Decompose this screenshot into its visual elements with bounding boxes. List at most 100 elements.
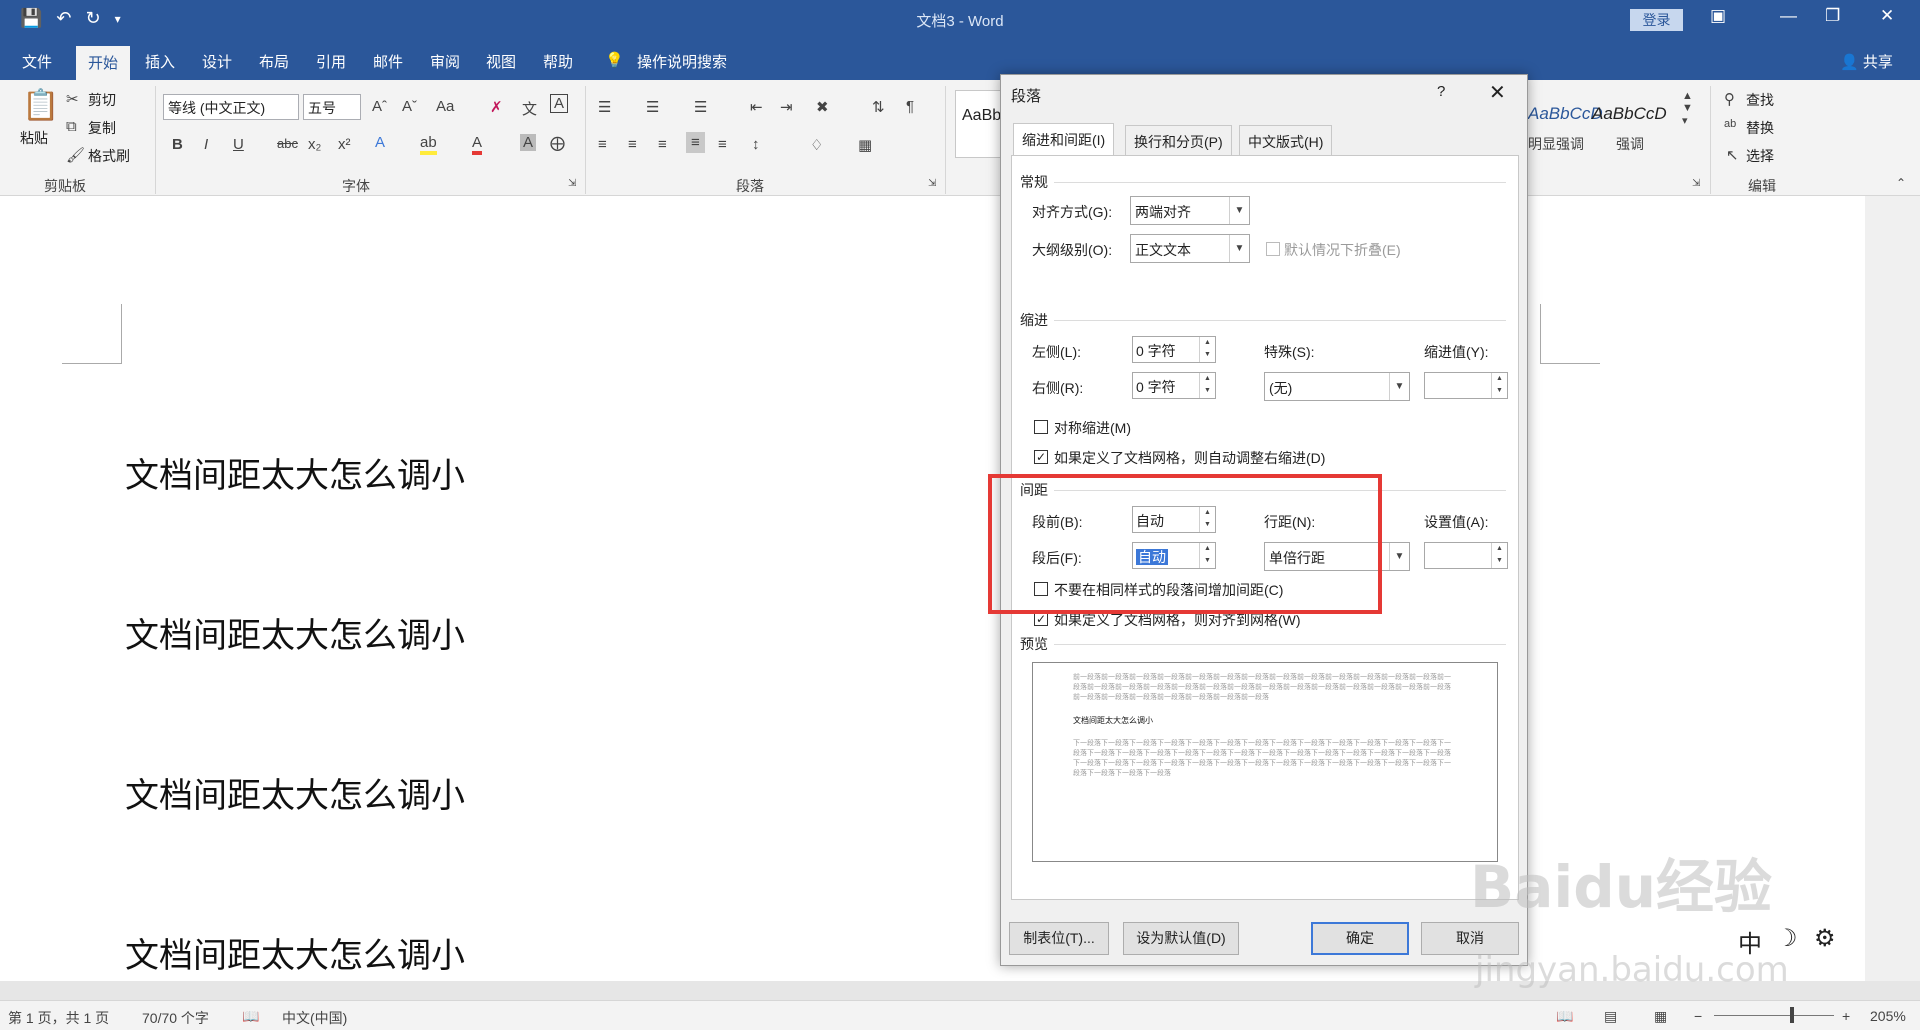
login-button[interactable]: 登录 — [1630, 9, 1683, 31]
bold-icon[interactable]: B — [172, 136, 183, 153]
line-spacing-icon[interactable]: ↕ — [752, 136, 760, 153]
tab-insert[interactable]: 插入 — [145, 51, 175, 72]
print-layout-icon[interactable]: ▤ — [1604, 1008, 1617, 1025]
vertical-scrollbar[interactable] — [1865, 196, 1920, 981]
help-icon[interactable]: ? — [1437, 83, 1445, 100]
highlight-icon[interactable]: ab — [420, 134, 437, 155]
shading-icon[interactable]: ♢ — [810, 136, 823, 154]
share-button[interactable]: 👤 共享 — [1840, 51, 1893, 72]
style-sample-text[interactable]: AaBbCcD — [1592, 104, 1667, 124]
font-size-combo[interactable]: 五号 — [303, 94, 361, 120]
font-color-icon[interactable]: A — [472, 134, 483, 155]
tab-review[interactable]: 审阅 — [430, 51, 460, 72]
special-indent-select[interactable]: (无) ▼ — [1264, 372, 1410, 401]
mirror-indent-checkbox[interactable] — [1034, 420, 1048, 434]
collapse-checkbox[interactable] — [1266, 242, 1280, 256]
text-effects-icon[interactable]: A — [375, 134, 385, 151]
tab-file[interactable]: 文件 — [22, 51, 52, 72]
paste-icon[interactable]: 📋 — [22, 88, 59, 123]
collapse-ribbon-icon[interactable]: ⌃ — [1896, 176, 1906, 190]
tell-me-search[interactable]: 操作说明搜索 — [637, 51, 727, 72]
paragraph-dialog-launcher-icon[interactable]: ⇲ — [928, 178, 936, 189]
auto-adjust-indent-checkbox[interactable]: ✓ — [1034, 450, 1048, 464]
snap-to-grid-checkbox[interactable]: ✓ — [1034, 612, 1048, 626]
lightbulb-icon[interactable]: 💡 — [605, 51, 624, 69]
tab-help[interactable]: 帮助 — [543, 51, 573, 72]
font-dialog-launcher-icon[interactable]: ⇲ — [568, 178, 576, 189]
spinner-arrows-icon[interactable]: ▲ ▼ — [1199, 373, 1215, 398]
restore-icon[interactable]: ❐ — [1825, 6, 1840, 26]
zoom-out-icon[interactable]: − — [1694, 1008, 1702, 1024]
minimize-icon[interactable]: — — [1780, 6, 1797, 26]
read-mode-icon[interactable]: 📖 — [1556, 1008, 1573, 1025]
select-button[interactable]: 选择 — [1746, 146, 1774, 166]
distributed-icon[interactable]: ≡ — [718, 136, 727, 153]
tab-design[interactable]: 设计 — [202, 51, 232, 72]
tab-home[interactable]: 开始 — [76, 46, 131, 80]
indent-by-spinner[interactable]: ▲ ▼ — [1424, 372, 1508, 399]
spinner-arrows-icon[interactable]: ▲ ▼ — [1491, 543, 1507, 568]
paste-button[interactable]: 粘贴 — [20, 128, 48, 148]
tab-line-page-breaks[interactable]: 换行和分页(P) — [1125, 125, 1232, 155]
moon-icon[interactable]: ☽ — [1776, 924, 1798, 953]
ribbon-display-icon[interactable]: ▣ — [1710, 6, 1726, 26]
outline-level-select[interactable]: 正文文本 ▼ — [1130, 234, 1250, 263]
enclose-char-icon[interactable]: ⨁ — [550, 134, 565, 152]
subscript-icon[interactable]: x₂ — [308, 136, 321, 153]
tab-mailings[interactable]: 邮件 — [373, 51, 403, 72]
ok-button[interactable]: 确定 — [1311, 922, 1409, 955]
bullets-icon[interactable]: ☰ — [598, 98, 611, 116]
justify-icon[interactable]: ≡ — [686, 132, 705, 153]
copy-button[interactable]: 复制 — [88, 118, 116, 138]
alignment-select[interactable]: 两端对齐 ▼ — [1130, 196, 1250, 225]
style-intense-emphasis[interactable]: 明显强调 — [1528, 134, 1584, 154]
zoom-slider-thumb[interactable] — [1790, 1007, 1794, 1023]
zoom-in-icon[interactable]: + — [1842, 1008, 1850, 1024]
left-indent-spinner[interactable]: 0 字符 ▲ ▼ — [1132, 336, 1216, 363]
web-layout-icon[interactable]: ▦ — [1654, 1008, 1667, 1025]
grow-font-icon[interactable]: Aˆ — [372, 98, 387, 115]
tabs-button[interactable]: 制表位(T)... — [1009, 922, 1109, 955]
gear-icon[interactable]: ⚙ — [1814, 924, 1836, 953]
close-icon[interactable]: ✕ — [1880, 6, 1894, 26]
borders-icon[interactable]: ▦ — [858, 136, 872, 154]
tab-layout[interactable]: 布局 — [259, 51, 289, 72]
language-status[interactable]: 中文(中国) — [282, 1008, 347, 1028]
close-icon[interactable]: ✕ — [1489, 80, 1506, 105]
numbering-icon[interactable]: ☰ — [646, 98, 659, 116]
tab-indents-spacing[interactable]: 缩进和间距(I) — [1013, 123, 1115, 156]
spinner-arrows-icon[interactable]: ▲ ▼ — [1199, 337, 1215, 362]
gallery-scroll-icon[interactable]: ▲ ▼ ▾ — [1682, 90, 1693, 127]
word-count[interactable]: 70/70 个字 — [142, 1008, 209, 1028]
style-emphasis[interactable]: 强调 — [1616, 134, 1644, 154]
increase-indent-icon[interactable]: ⇥ — [780, 98, 793, 116]
spinner-arrows-icon[interactable]: ▲ ▼ — [1491, 373, 1507, 398]
set-default-button[interactable]: 设为默认值(D) — [1123, 922, 1239, 955]
decrease-indent-icon[interactable]: ⇤ — [750, 98, 763, 116]
phonetic-icon[interactable]: 文 — [522, 98, 537, 119]
right-indent-spinner[interactable]: 0 字符 ▲ ▼ — [1132, 372, 1216, 399]
superscript-icon[interactable]: x² — [338, 136, 351, 153]
format-painter-button[interactable]: 格式刷 — [88, 146, 130, 166]
zoom-slider[interactable] — [1714, 1015, 1834, 1016]
char-shading-icon[interactable]: A — [520, 134, 537, 151]
align-right-icon[interactable]: ≡ — [658, 136, 667, 153]
show-marks-icon[interactable]: ¶ — [906, 98, 914, 115]
clear-format-icon[interactable]: ✗ — [490, 98, 503, 116]
underline-icon[interactable]: U — [233, 136, 244, 153]
at-spinner[interactable]: ▲ ▼ — [1424, 542, 1508, 569]
change-case-icon[interactable]: Aa — [436, 98, 454, 115]
strikethrough-icon[interactable]: abc — [277, 136, 298, 151]
italic-icon[interactable]: I — [204, 136, 208, 153]
cut-button[interactable]: 剪切 — [88, 90, 116, 110]
proofing-icon[interactable]: 📖 — [242, 1008, 259, 1025]
tab-asian-typography[interactable]: 中文版式(H) — [1239, 125, 1333, 155]
font-name-combo[interactable]: 等线 (中文正文) — [163, 94, 299, 120]
multilevel-list-icon[interactable]: ☰ — [694, 98, 707, 116]
styles-dialog-launcher-icon[interactable]: ⇲ — [1692, 178, 1700, 189]
char-border-icon[interactable]: A — [550, 94, 569, 113]
replace-button[interactable]: 替换 — [1746, 118, 1774, 138]
shrink-font-icon[interactable]: Aˇ — [402, 98, 417, 115]
page-count[interactable]: 第 1 页，共 1 页 — [8, 1008, 109, 1028]
find-button[interactable]: 查找 — [1746, 90, 1774, 110]
